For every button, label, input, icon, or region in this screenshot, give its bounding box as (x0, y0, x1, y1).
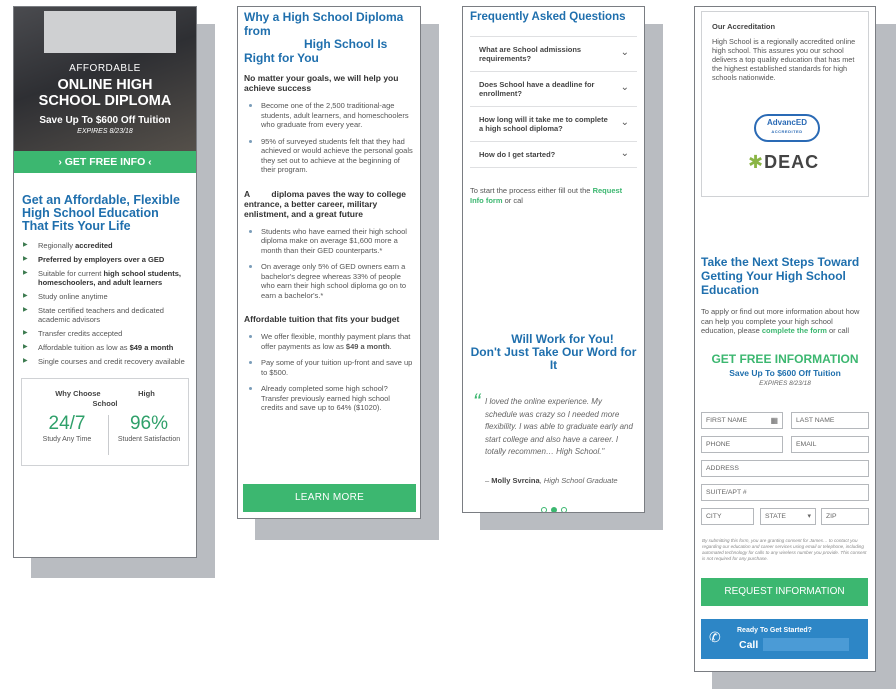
call-label: Ready To Get Started? (737, 627, 812, 634)
accreditation-box: Our Accreditation High School is a regio… (701, 11, 869, 197)
carousel-dot[interactable] (540, 507, 547, 512)
list-item: Pay some of your tuition up-front and sa… (244, 358, 414, 377)
first-name-field[interactable]: FIRST NAME ▦ (701, 412, 783, 429)
apply-text: To apply or find out more information ab… (701, 307, 860, 335)
list-item: On average only 5% of GED owners earn a … (244, 262, 414, 300)
divider (108, 415, 109, 455)
why-choose-box: Why Choose High School 24/7 Study Any Tim… (21, 378, 189, 466)
landing-page-panel-form: Our Accreditation High School is a regio… (694, 6, 876, 672)
landing-page-panel-faq: Frequently Asked Questions What are Scho… (462, 6, 645, 513)
subheading-tuition: Affordable tuition that fits your budget (244, 314, 400, 324)
list-item: Already completed some high school? Tran… (244, 384, 414, 413)
hero-headline: ONLINE HIGH SCHOOL DIPLOMA (38, 77, 172, 109)
faq-item[interactable]: What are School admissions requirements?… (470, 36, 637, 71)
why-choose-title: Why Choose High School (55, 389, 155, 408)
start-process-text: To start the process either fill out the… (470, 186, 623, 205)
accreditation-title: Our Accreditation (712, 22, 776, 31)
phone-number-redacted (763, 638, 849, 651)
chevron-down-icon: ⌄ (620, 117, 629, 128)
section-title: Get an Affordable, Flexible High School … (22, 193, 180, 233)
benefit-item: Regionally accredited (22, 241, 188, 250)
call-button[interactable]: ✆ Ready To Get Started? Call (701, 619, 868, 659)
request-information-button[interactable]: REQUEST INFORMATION (701, 578, 868, 606)
contact-card-icon: ▦ (770, 416, 778, 425)
subheading-diploma: A diploma paves the way to college entra… (244, 188, 407, 219)
carousel-dot-active[interactable] (550, 507, 557, 512)
list-item: Students who have earned their high scho… (244, 227, 414, 256)
deac-logo: ✱DEAC (748, 152, 820, 172)
faq-item[interactable]: Does School have a deadline for enrollme… (470, 71, 637, 106)
benefit-item: Affordable tuition as low as $49 a month (22, 343, 188, 352)
section-title: Frequently Asked Questions (470, 11, 626, 23)
testimonial-title: Will Work for You! Don't Just Take Our W… (470, 332, 637, 372)
state-select[interactable]: STATE ▾ (760, 508, 816, 525)
email-field[interactable]: EMAIL (791, 436, 869, 453)
zip-field[interactable]: ZIP (821, 508, 869, 525)
faq-item[interactable]: How long will it take me to complete a h… (470, 106, 637, 141)
landing-page-panel-hero: AFFORDABLE ONLINE HIGH SCHOOL DIPLOMA Sa… (13, 6, 197, 558)
carousel-dots[interactable] (463, 500, 644, 512)
phone-field[interactable]: PHONE (701, 436, 783, 453)
last-name-field[interactable]: LAST NAME (791, 412, 869, 429)
hero-expires: EXPIRES 8/23/18 (77, 128, 133, 135)
chevron-down-icon: ▾ (807, 513, 811, 520)
subheading-success: No matter your goals, we will help you a… (244, 73, 399, 93)
benefit-item: Single courses and credit recovery avail… (22, 357, 188, 366)
school-logo-redacted (44, 11, 176, 53)
suite-field[interactable]: SUITE/APT # (701, 484, 869, 501)
benefit-item: Study online anytime (22, 292, 188, 301)
diploma-list: Students who have earned their high scho… (244, 227, 414, 301)
city-field[interactable]: CITY (701, 508, 754, 525)
address-field[interactable]: ADDRESS (701, 460, 869, 477)
landing-page-panel-why: Why a High School Diploma from High Scho… (237, 6, 421, 519)
hero-banner: AFFORDABLE ONLINE HIGH SCHOOL DIPLOMA Sa… (14, 7, 196, 151)
learn-more-button[interactable]: LEARN MORE (243, 484, 416, 512)
complete-form-link[interactable]: complete the form (762, 326, 827, 335)
benefit-item: Transfer credits accepted (22, 329, 188, 338)
carousel-dot[interactable] (560, 507, 567, 512)
form-header: GET FREE INFORMATION Save Up To $600 Off… (711, 351, 859, 387)
consent-text: By submitting this form, you are grantin… (702, 538, 867, 561)
benefit-item: State certified teachers and dedicated a… (22, 306, 188, 324)
section-title: Take the Next Steps Toward Getting Your … (701, 255, 860, 297)
success-list: Become one of the 2,500 traditional-age … (244, 101, 414, 175)
benefit-list: Regionally accredited Preferred by employ… (22, 241, 188, 366)
hero-offer: Save Up To $600 Off Tuition (39, 115, 171, 126)
faq-item[interactable]: How do I get started? ⌄ (470, 141, 637, 168)
call-text: Call (739, 639, 759, 651)
testimonial-text: I loved the online experience. My schedu… (485, 397, 633, 456)
stat-study-any-time: 24/7 Study Any Time (42, 413, 92, 443)
accreditation-text: High School is a regionally accredited o… (712, 37, 856, 82)
get-free-info-button[interactable]: › GET FREE INFO ‹ (14, 151, 196, 173)
list-item: Become one of the 2,500 traditional-age … (244, 101, 414, 130)
quote-icon: “ (473, 389, 481, 414)
testimonial-author: – Molly Svrcina, High School Graduate (485, 476, 618, 485)
phone-icon: ✆ (709, 629, 721, 645)
benefit-item: Suitable for current high school student… (22, 269, 188, 287)
tuition-list: We offer flexible, monthly payment plans… (244, 332, 414, 413)
chevron-down-icon: ⌄ (620, 47, 629, 58)
chevron-down-icon: ⌄ (620, 82, 629, 93)
chevron-down-icon: ⌄ (620, 147, 629, 159)
list-item: We offer flexible, monthly payment plans… (244, 332, 414, 351)
benefit-item: Preferred by employers over a GED (22, 255, 188, 264)
section-title: Why a High School Diploma from High Scho… (244, 10, 404, 65)
list-item: 95% of surveyed students felt that they … (244, 137, 414, 175)
hero-kicker: AFFORDABLE (69, 63, 141, 74)
advanced-logo: AdvancED ACCREDITED (754, 114, 820, 142)
stat-satisfaction: 96% Student Satisfaction (117, 413, 181, 443)
